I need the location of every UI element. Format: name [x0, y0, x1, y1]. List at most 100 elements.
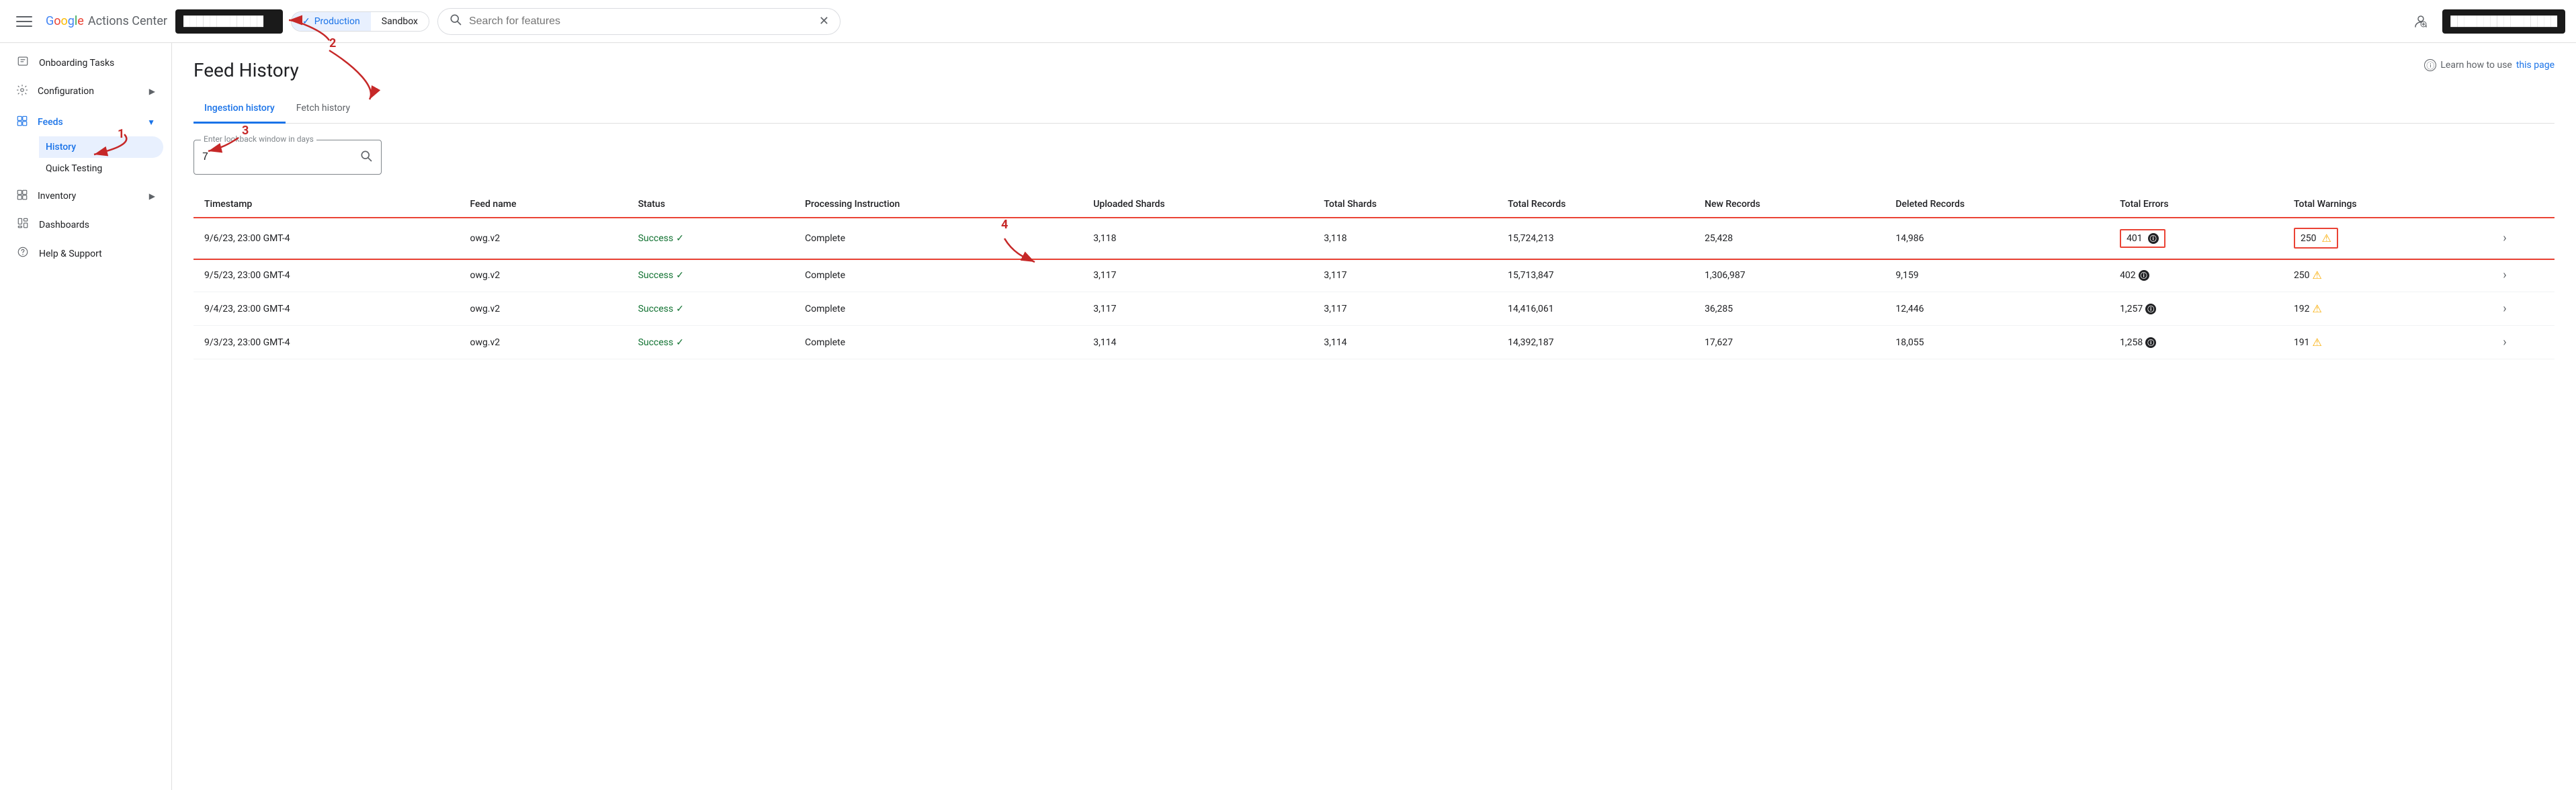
menu-icon[interactable]: [11, 8, 38, 35]
success-check-icon: ✓: [676, 270, 684, 281]
col-uploaded-shards: Uploaded Shards: [1082, 191, 1313, 218]
tab-ingestion-history[interactable]: Ingestion history: [194, 95, 286, 124]
cell-total-records: 15,713,847: [1497, 259, 1694, 292]
sidebar-item-help[interactable]: Help & Support: [0, 239, 163, 268]
error-info-icon: ⓘ: [2145, 337, 2156, 348]
cell-total-warnings: 250 ⚠: [2283, 218, 2492, 259]
lookback-container: Enter lookback window in days: [194, 140, 2554, 175]
col-total-errors: Total Errors: [2109, 191, 2283, 218]
col-total-shards: Total Shards: [1313, 191, 1497, 218]
row-detail-arrow[interactable]: ›: [2503, 302, 2506, 316]
row-detail-arrow[interactable]: ›: [2503, 335, 2506, 349]
cell-timestamp: 9/4/23, 23:00 GMT-4: [194, 292, 459, 326]
feed-history-table: Timestamp Feed name Status Processing In…: [194, 191, 2554, 359]
cell-total-errors: 401 ⓘ: [2109, 218, 2283, 259]
col-status: Status: [628, 191, 794, 218]
cell-uploaded-shards: 3,117: [1082, 259, 1313, 292]
sidebar-item-onboarding[interactable]: Onboarding Tasks: [0, 48, 163, 77]
cell-total-errors: 1,258 ⓘ: [2109, 326, 2283, 359]
cell-action[interactable]: ›: [2492, 326, 2554, 359]
table-row: 9/6/23, 23:00 GMT-4owg.v2Success ✓Comple…: [194, 218, 2554, 259]
tabs-bar: Ingestion history Fetch history: [194, 95, 2554, 124]
cell-status: Success ✓: [628, 326, 794, 359]
logo-g: Google: [46, 14, 84, 28]
col-total-records: Total Records: [1497, 191, 1694, 218]
lookback-search-button[interactable]: [359, 149, 373, 166]
cell-total-shards: 3,117: [1313, 292, 1497, 326]
warning-icon: ⚠: [2313, 269, 2322, 281]
table-header-row: Timestamp Feed name Status Processing In…: [194, 191, 2554, 218]
this-page-link[interactable]: this page: [2516, 60, 2554, 71]
cell-uploaded-shards: 3,117: [1082, 292, 1313, 326]
user-account-icon[interactable]: [2407, 8, 2434, 35]
tab-fetch-history[interactable]: Fetch history: [286, 95, 361, 124]
col-action: [2492, 191, 2554, 218]
cell-timestamp: 9/3/23, 23:00 GMT-4: [194, 326, 459, 359]
sidebar-item-configuration[interactable]: Configuration ▶: [0, 77, 171, 105]
cell-processing-instruction: Complete: [794, 218, 1082, 259]
sandbox-tab[interactable]: Sandbox: [371, 12, 429, 31]
lookback-field: Enter lookback window in days: [194, 140, 382, 175]
configuration-icon: [16, 84, 28, 99]
inventory-icon: [16, 189, 28, 204]
status-badge: Success ✓: [638, 337, 783, 348]
cell-new-records: 25,428: [1694, 218, 1885, 259]
cell-action[interactable]: ›: [2492, 259, 2554, 292]
search-input[interactable]: [469, 15, 812, 28]
app-body: Onboarding Tasks Configuration ▶ Feeds ▼…: [0, 43, 2576, 790]
app-logo: Google Actions Center: [46, 14, 167, 28]
cell-feed-name: owg.v2: [459, 292, 627, 326]
account-selector[interactable]: ████████████: [175, 9, 283, 34]
cell-action[interactable]: ›: [2492, 292, 2554, 326]
error-info-icon: ⓘ: [2145, 304, 2156, 314]
sidebar-item-dashboards[interactable]: Dashboards: [0, 210, 163, 239]
cell-status: Success ✓: [628, 292, 794, 326]
cell-processing-instruction: Complete: [794, 326, 1082, 359]
cell-deleted-records: 9,159: [1885, 259, 2109, 292]
dashboards-icon: [16, 217, 30, 232]
col-deleted-records: Deleted Records: [1885, 191, 2109, 218]
cell-total-errors: 1,257 ⓘ: [2109, 292, 2283, 326]
sidebar-item-quick-testing[interactable]: Quick Testing: [39, 158, 163, 179]
check-icon: ✓: [302, 16, 310, 27]
cell-feed-name: owg.v2: [459, 326, 627, 359]
header-right-account[interactable]: ████████████████: [2442, 9, 2565, 34]
page-title: Feed History: [194, 59, 299, 81]
cell-deleted-records: 14,986: [1885, 218, 2109, 259]
warning-badge: 250 ⚠: [2294, 269, 2481, 281]
cell-total-shards: 3,118: [1313, 218, 1497, 259]
cell-feed-name: owg.v2: [459, 259, 627, 292]
svg-text:2: 2: [329, 43, 336, 50]
cell-timestamp: 9/6/23, 23:00 GMT-4: [194, 218, 459, 259]
cell-new-records: 36,285: [1694, 292, 1885, 326]
page-header: Feed History ⓘ Learn how to use this pag…: [194, 59, 2554, 81]
sidebar-item-inventory[interactable]: Inventory ▶: [0, 182, 171, 210]
feeds-group: Feeds ▼ History Quick Testing: [0, 108, 171, 179]
production-tab[interactable]: ✓ Production: [292, 12, 371, 31]
feeds-chevron: ▼: [147, 118, 155, 127]
lookback-input[interactable]: [202, 151, 323, 163]
warnings-highlighted: 250 ⚠: [2294, 228, 2338, 249]
col-new-records: New Records: [1694, 191, 1885, 218]
success-check-icon: ✓: [676, 233, 684, 244]
cell-total-shards: 3,114: [1313, 326, 1497, 359]
cell-processing-instruction: Complete: [794, 259, 1082, 292]
col-processing-instruction: Processing Instruction: [794, 191, 1082, 218]
cell-total-errors: 402 ⓘ: [2109, 259, 2283, 292]
sidebar: Onboarding Tasks Configuration ▶ Feeds ▼…: [0, 43, 172, 790]
cell-total-records: 15,724,213: [1497, 218, 1694, 259]
col-timestamp: Timestamp: [194, 191, 459, 218]
help-icon: [16, 246, 30, 261]
sidebar-item-feeds[interactable]: Feeds ▼: [0, 108, 171, 136]
cell-total-warnings: 192 ⚠: [2283, 292, 2492, 326]
clear-search-icon[interactable]: ✕: [819, 14, 829, 28]
cell-deleted-records: 12,446: [1885, 292, 2109, 326]
sidebar-item-history[interactable]: History: [39, 136, 163, 158]
cell-action[interactable]: ›: [2492, 218, 2554, 259]
row-detail-arrow[interactable]: ›: [2503, 268, 2506, 282]
cell-total-warnings: 250 ⚠: [2283, 259, 2492, 292]
table-row: 9/3/23, 23:00 GMT-4owg.v2 Success ✓ Comple…: [194, 326, 2554, 359]
error-info-icon: ⓘ: [2148, 233, 2159, 244]
warning-badge: 191 ⚠: [2294, 336, 2481, 349]
row-detail-arrow[interactable]: ›: [2503, 231, 2506, 245]
